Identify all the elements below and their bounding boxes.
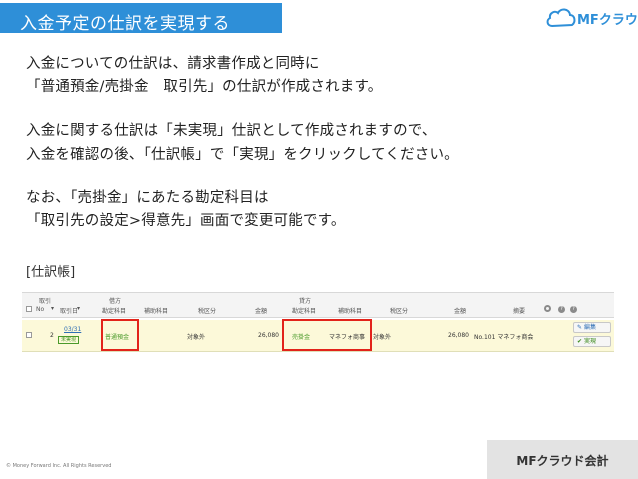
journal-header-row: 取引 No ▾ 取引日 ▾ 借方 勘定科目 補助科目 税区分 金額 貸方 勘定科…	[22, 292, 614, 318]
body-line-5: なお、「売掛金」にあたる勘定科目は	[26, 190, 269, 206]
row-date-link[interactable]: 03/31	[64, 326, 81, 333]
header-credit-sub: 補助科目	[338, 308, 363, 315]
cloud-icon	[546, 8, 576, 28]
check-icon: ✔	[577, 338, 583, 345]
edit-button[interactable]: ✎ 編集	[573, 322, 611, 333]
row-debit-amount: 26,080	[258, 332, 279, 339]
edit-label: 編集	[584, 324, 597, 331]
footer-brand-tab: MFクラウド会計	[487, 440, 638, 479]
header-debit-group: 借方	[109, 298, 122, 305]
header-no-top: 取引	[39, 298, 52, 305]
header-debit-account: 勘定科目	[102, 308, 127, 315]
header: 入金予定の仕訳を実現する MFクラウド	[0, 0, 638, 38]
realize-button[interactable]: ✔ 実現	[573, 336, 611, 347]
settings-gear-icon[interactable]	[544, 305, 551, 312]
header-credit-amount: 金額	[454, 308, 467, 315]
sort-icon[interactable]: ▾	[77, 305, 80, 312]
journal-table: 取引 No ▾ 取引日 ▾ 借方 勘定科目 補助科目 税区分 金額 貸方 勘定科…	[22, 292, 614, 360]
body-line-2: 「普通預金/売掛金 取引先」の仕訳が作成されます。	[26, 79, 383, 95]
row-no: 2	[50, 332, 54, 339]
edit-icon: ✎	[577, 324, 583, 331]
footer-brand: MFクラウド会計	[516, 454, 609, 468]
copyright: © Money Forward Inc. All Rights Reserved	[6, 463, 112, 469]
header-debit-amount: 金額	[255, 308, 268, 315]
credit-highlight-box	[282, 319, 372, 351]
journal-label: [仕訳帳]	[26, 265, 76, 280]
body-line-6: 「取引先の設定>得意先」画面で変更可能です。	[26, 213, 346, 229]
title-bar: 入金予定の仕訳を実現する	[0, 3, 282, 34]
row-memo: No.101 マネフォ商会	[474, 334, 534, 341]
header-memo: 摘要	[513, 308, 526, 315]
sort-icon[interactable]: ▾	[51, 305, 54, 312]
header-no[interactable]: No	[36, 306, 44, 313]
row-credit-amount: 26,080	[448, 332, 469, 339]
help-icon[interactable]: ?	[570, 306, 577, 313]
row-debit-tax: 対象外	[187, 334, 206, 341]
body-line-1: 入金についての仕訳は、請求書作成と同時に	[26, 56, 320, 72]
logo-text: MFクラウド	[577, 13, 638, 28]
status-badge: 未実現	[58, 336, 80, 344]
realize-label: 実現	[584, 338, 597, 345]
header-debit-sub: 補助科目	[144, 308, 169, 315]
row-checkbox[interactable]	[26, 332, 32, 338]
body-line-3: 入金に関する仕訳は「未実現」仕訳として作成されますので、	[26, 123, 437, 139]
select-all-checkbox[interactable]	[26, 306, 32, 312]
logo: MFクラウド	[545, 6, 638, 32]
row-credit-tax: 対象外	[373, 334, 392, 341]
debit-highlight-box	[101, 319, 139, 351]
header-date[interactable]: 取引日	[60, 306, 78, 315]
body-line-4: 入金を確認の後、「仕訳帳」で「実現」をクリックしてください。	[26, 147, 459, 163]
header-debit-tax: 税区分	[198, 308, 217, 315]
header-credit-group: 貸方	[299, 298, 312, 305]
header-credit-account: 勘定科目	[292, 308, 317, 315]
help-icon[interactable]: ?	[558, 306, 565, 313]
page-title: 入金予定の仕訳を実現する	[20, 14, 230, 34]
header-credit-tax: 税区分	[390, 308, 409, 315]
